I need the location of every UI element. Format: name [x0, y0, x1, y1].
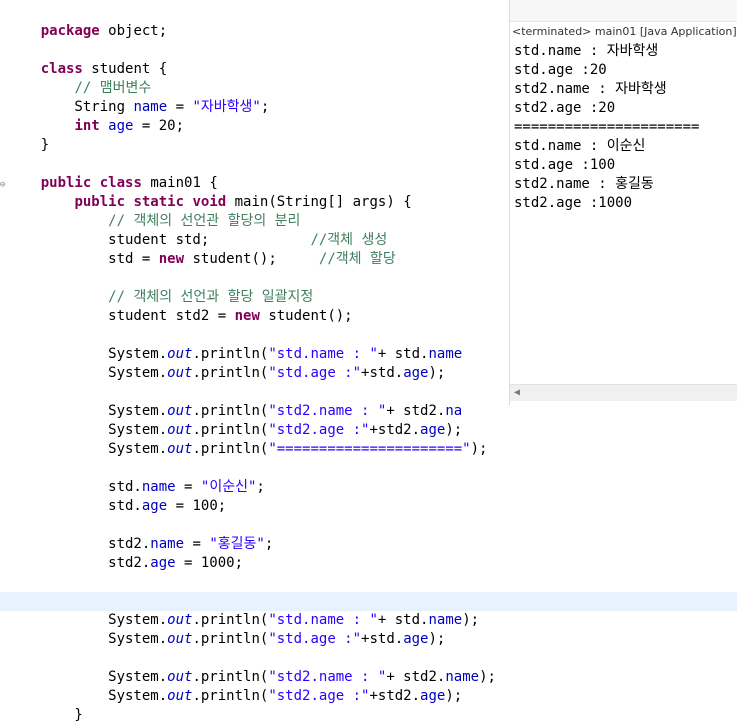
code-line: student std2 = new student();: [40, 308, 353, 324]
code-line: System.out.println("std2.name : "+ std2.…: [40, 669, 496, 685]
code-line: std.age = 100;: [40, 498, 227, 514]
console-output-line: std2.name : 자바학생: [514, 81, 667, 97]
console-output-line: std2.age :1000: [514, 195, 633, 211]
code-line: student std; //객체 생성: [40, 232, 388, 248]
code-line: }: [40, 707, 83, 723]
scroll-left-arrow-icon[interactable]: ◀: [514, 387, 520, 398]
console-toolbar: [510, 0, 737, 22]
code-line: std = new student(); //객체 할당: [40, 251, 396, 267]
console-output-line: std2.age :20: [514, 100, 616, 116]
code-line: System.out.println("====================…: [40, 441, 488, 457]
code-line: System.out.println("std.age :"+std.age);: [40, 631, 446, 647]
code-line: public static void main(String[] args) {: [74, 194, 412, 210]
code-line: package object;: [40, 23, 168, 39]
code-line: std2.age = 1000;: [40, 555, 244, 571]
code-comment-line: // 객체의 선언관 할당의 분리: [108, 213, 301, 229]
code-line: std2.name = "홍길동";: [40, 536, 274, 552]
code-line: System.out.println("std.name : "+ std.na…: [40, 346, 463, 362]
current-code-line: System.out.println("std.name : "+ std.na…: [0, 592, 737, 628]
console-output-line: ======================: [514, 119, 700, 135]
code-line: System.out.println("std2.name : "+ std2.…: [40, 403, 463, 419]
code-line: String name = "자바학생";: [40, 99, 270, 115]
code-line: System.out.println("std.age :"+std.age);: [40, 365, 446, 381]
code-line: }: [7, 706, 49, 725]
code-line: class student {: [40, 61, 168, 77]
code-line: int age = 20;: [74, 118, 185, 134]
code-comment-line: // 맴버변수: [74, 80, 152, 96]
code-line: public class main01 {: [40, 175, 218, 191]
code-line: System.out.println("std2.age :"+std2.age…: [40, 422, 463, 438]
code-comment-line: // 객체의 선언과 할당 일괄지정: [108, 289, 314, 305]
code-line: System.out.println("std2.age :"+std2.age…: [40, 688, 463, 704]
code-line: std.name = "이순신";: [40, 479, 265, 495]
console-panel[interactable]: <terminated> main01 [Java Application] D…: [509, 0, 737, 405]
console-title: <terminated> main01 [Java Application] D: [512, 25, 737, 38]
console-output-line: std.name : 자바학생: [514, 43, 659, 59]
console-output-line: std.name : 이순신: [514, 138, 646, 154]
console-horizontal-scrollbar[interactable]: ◀: [510, 384, 737, 401]
console-output-line: std.age :100: [514, 157, 616, 173]
fold-icon[interactable]: ⊖: [0, 180, 5, 190]
console-output-line: std.age :20: [514, 62, 607, 78]
code-line: }: [40, 137, 50, 153]
console-output-line: std2.name : 홍길동: [514, 176, 654, 192]
